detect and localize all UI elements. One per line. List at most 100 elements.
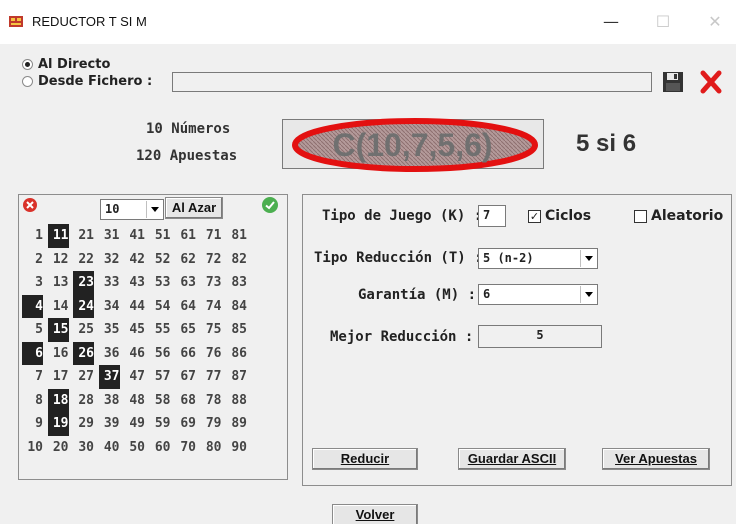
number-cell[interactable]: 78 [201,389,222,413]
number-cell[interactable]: 67 [175,365,196,389]
count-select[interactable]: 10 [100,199,164,220]
number-cell[interactable]: 57 [150,365,171,389]
number-cell[interactable]: 22 [73,248,94,272]
confirm-check-icon[interactable] [262,197,278,213]
radio-direct[interactable]: Al Directo [22,57,110,72]
file-path-input[interactable] [172,72,652,92]
clear-selection-icon[interactable] [23,198,37,212]
reduce-button[interactable]: Reducir [312,448,418,470]
number-cell[interactable]: 40 [99,436,120,460]
minimize-button[interactable]: — [596,8,626,36]
number-cell[interactable]: 31 [99,224,120,248]
number-cell[interactable]: 36 [99,342,120,366]
number-cell[interactable]: 61 [175,224,196,248]
number-cell[interactable]: 50 [124,436,145,460]
number-cell[interactable]: 59 [150,412,171,436]
number-cell[interactable]: 14 [48,295,69,319]
number-cell[interactable]: 65 [175,318,196,342]
number-cell[interactable]: 60 [150,436,171,460]
number-cell[interactable]: 16 [48,342,69,366]
number-cell[interactable]: 30 [73,436,94,460]
number-cell[interactable]: 8 [22,389,43,413]
number-cell[interactable]: 71 [201,224,222,248]
back-button[interactable]: Volver [332,504,418,524]
number-cell[interactable]: 51 [150,224,171,248]
number-cell[interactable]: 53 [150,271,171,295]
number-cell-selected[interactable]: 37 [98,365,120,389]
number-cell[interactable]: 17 [48,365,69,389]
number-cell[interactable]: 87 [226,365,247,389]
number-cell-selected[interactable]: 23 [73,271,94,295]
number-cell[interactable]: 44 [124,295,145,319]
number-cell[interactable]: 80 [201,436,222,460]
number-cell[interactable]: 35 [99,318,120,342]
number-cell[interactable]: 12 [48,248,69,272]
aleatorio-checkbox[interactable]: Aleatorio [634,208,723,224]
number-cell[interactable]: 85 [226,318,247,342]
number-cell-selected[interactable]: 6 [22,341,43,365]
close-button[interactable]: ✕ [700,8,730,36]
number-cell[interactable]: 5 [22,318,43,342]
view-bets-button[interactable]: Ver Apuestas [602,448,710,470]
number-cell[interactable]: 62 [175,248,196,272]
number-cell[interactable]: 75 [201,318,222,342]
delete-x-icon[interactable] [698,69,724,95]
number-cell[interactable]: 66 [175,342,196,366]
number-cell[interactable]: 63 [175,271,196,295]
number-cell[interactable]: 55 [150,318,171,342]
k-input[interactable]: 7 [478,205,506,227]
number-cell[interactable]: 89 [226,412,247,436]
number-cell[interactable]: 20 [48,436,69,460]
number-cell[interactable]: 27 [73,365,94,389]
number-cell[interactable]: 64 [175,295,196,319]
number-cell[interactable]: 45 [124,318,145,342]
reduction-type-select[interactable]: 5 (n-2) [478,248,598,269]
number-cell[interactable]: 79 [201,412,222,436]
number-cell[interactable]: 46 [124,342,145,366]
maximize-button[interactable]: ☐ [648,8,678,36]
number-cell[interactable]: 49 [124,412,145,436]
number-cell[interactable]: 88 [226,389,247,413]
number-cell[interactable]: 39 [99,412,120,436]
random-button[interactable]: Al Azar [165,197,223,219]
number-cell[interactable]: 13 [48,271,69,295]
number-cell[interactable]: 41 [124,224,145,248]
number-cell[interactable]: 2 [22,248,43,272]
number-cell[interactable]: 58 [150,389,171,413]
number-cell[interactable]: 77 [201,365,222,389]
number-cell[interactable]: 33 [99,271,120,295]
number-cell[interactable]: 10 [22,436,43,460]
number-cell[interactable]: 29 [73,412,94,436]
number-cell-selected[interactable]: 26 [73,341,94,365]
number-cell[interactable]: 47 [124,365,145,389]
number-cell[interactable]: 34 [99,295,120,319]
number-cell-selected[interactable]: 11 [47,224,69,248]
number-cell-selected[interactable]: 24 [73,294,94,318]
number-cell[interactable]: 21 [73,224,94,248]
number-cell[interactable]: 90 [226,436,247,460]
number-cell[interactable]: 38 [99,389,120,413]
number-cell[interactable]: 3 [22,271,43,295]
number-cell[interactable]: 9 [22,412,43,436]
save-disk-icon[interactable] [662,71,684,93]
number-cell-selected[interactable]: 4 [22,294,43,318]
number-cell[interactable]: 83 [226,271,247,295]
number-cell[interactable]: 68 [175,389,196,413]
radio-from-file[interactable]: Desde Fichero : [22,74,152,89]
number-cell[interactable]: 25 [73,318,94,342]
number-cell[interactable]: 28 [73,389,94,413]
number-cell[interactable]: 42 [124,248,145,272]
number-cell[interactable]: 69 [175,412,196,436]
number-cell[interactable]: 54 [150,295,171,319]
number-cell[interactable]: 84 [226,295,247,319]
number-cell[interactable]: 52 [150,248,171,272]
number-cell[interactable]: 73 [201,271,222,295]
number-cell[interactable]: 48 [124,389,145,413]
number-cell[interactable]: 1 [22,224,43,248]
ciclos-checkbox[interactable]: ✓ Ciclos [528,208,591,224]
number-cell-selected[interactable]: 19 [47,412,69,436]
number-cell[interactable]: 74 [201,295,222,319]
number-cell-selected[interactable]: 15 [47,318,69,342]
number-cell[interactable]: 7 [22,365,43,389]
number-cell[interactable]: 81 [226,224,247,248]
